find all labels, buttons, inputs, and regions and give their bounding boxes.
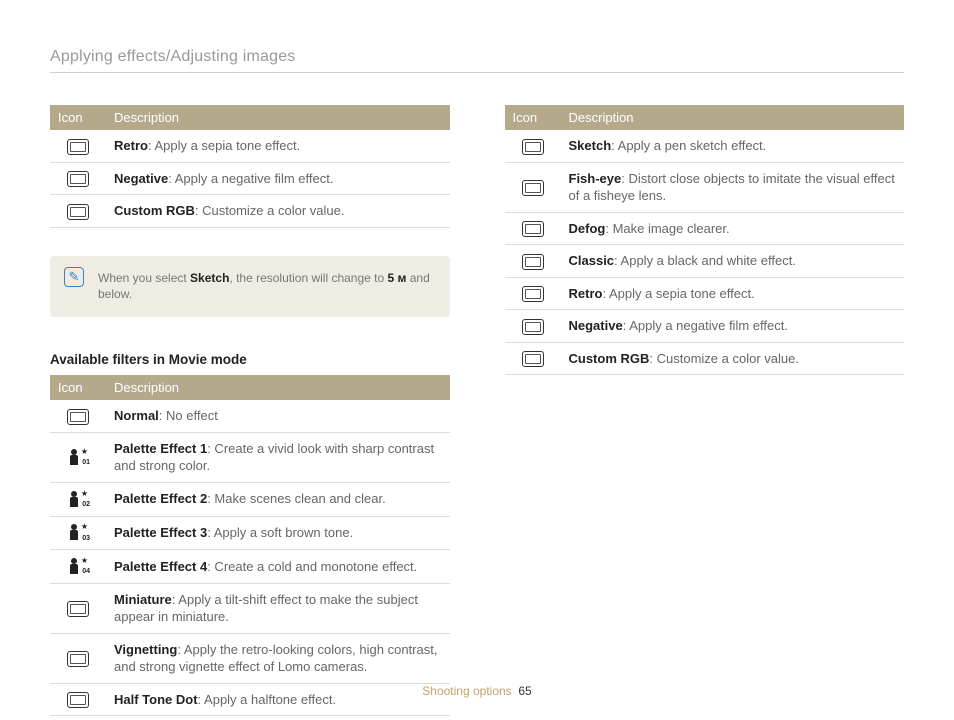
th-description: Description [106,105,450,130]
classic-icon [522,254,544,270]
custom-rgb-icon [67,204,89,220]
description-cell: Negative: Apply a negative film effect. [106,162,450,195]
icon-cell [50,130,106,162]
th-description: Description [106,375,450,400]
palette2-icon: ★02 [68,491,88,509]
filters-table-right: Icon Description Sketch: Apply a pen ske… [505,105,905,375]
table-row: Negative: Apply a negative film effect. [50,162,450,195]
fisheye-icon [522,180,544,196]
table-row: Fish-eye: Distort close objects to imita… [505,162,905,212]
description-cell: Palette Effect 4: Create a cold and mono… [106,550,450,584]
negative-icon [522,319,544,335]
note-box: ✎ When you select Sketch, the resolution… [50,256,450,318]
icon-cell [50,400,106,432]
note-text: When you select Sketch, the resolution w… [98,271,430,302]
left-column: Icon Description Retro: Apply a sepia to… [50,105,450,716]
vignetting-icon [67,651,89,667]
table-row: Sketch: Apply a pen sketch effect. [505,130,905,162]
icon-cell [50,583,106,633]
table-row: ★04 Palette Effect 4: Create a cold and m… [50,550,450,584]
th-icon: Icon [50,105,106,130]
description-cell: Defog: Make image clearer. [561,212,905,245]
table-row: ★01 Palette Effect 1: Create a vivid look… [50,432,450,482]
icon-cell [50,633,106,683]
icon-cell [505,130,561,162]
description-cell: Custom RGB: Customize a color value. [106,195,450,228]
description-cell: Retro: Apply a sepia tone effect. [561,277,905,310]
description-cell: Fish-eye: Distort close objects to imita… [561,162,905,212]
table-row: Classic: Apply a black and white effect. [505,245,905,278]
table-row: Negative: Apply a negative film effect. [505,310,905,343]
custom-rgb-icon [522,351,544,367]
th-icon: Icon [50,375,106,400]
table-row: Retro: Apply a sepia tone effect. [50,130,450,162]
table-row: ★02 Palette Effect 2: Make scenes clean a… [50,482,450,516]
description-cell: Custom RGB: Customize a color value. [561,342,905,375]
icon-cell: ★02 [50,482,106,516]
normal-icon [67,409,89,425]
icon-cell: ★03 [50,516,106,550]
description-cell: Negative: Apply a negative film effect. [561,310,905,343]
icon-cell: ★04 [50,550,106,584]
table-row: Normal: No effect [50,400,450,432]
icon-cell [50,162,106,195]
description-cell: Miniature: Apply a tilt-shift effect to … [106,583,450,633]
negative-icon [67,171,89,187]
table-row: ★03 Palette Effect 3: Apply a soft brown … [50,516,450,550]
table-row: Vignetting: Apply the retro-looking colo… [50,633,450,683]
description-cell: Retro: Apply a sepia tone effect. [106,130,450,162]
defog-icon [522,221,544,237]
icon-cell [505,212,561,245]
description-cell: Vignetting: Apply the retro-looking colo… [106,633,450,683]
retro-icon [522,286,544,302]
table-row: Custom RGB: Customize a color value. [505,342,905,375]
page-title: Applying effects/Adjusting images [50,48,904,73]
palette3-icon: ★03 [68,524,88,542]
palette1-icon: ★01 [68,449,88,467]
page-footer: Shooting options 65 [0,684,954,698]
table-row: Defog: Make image clearer. [505,212,905,245]
two-column-layout: Icon Description Retro: Apply a sepia to… [50,105,904,716]
sketch-icon [522,139,544,155]
right-column: Icon Description Sketch: Apply a pen ske… [505,105,905,716]
movie-mode-heading: Available filters in Movie mode [50,352,450,367]
icon-cell [505,245,561,278]
icon-cell [505,277,561,310]
description-cell: Classic: Apply a black and white effect. [561,245,905,278]
table-row: Custom RGB: Customize a color value. [50,195,450,228]
table-row: Miniature: Apply a tilt-shift effect to … [50,583,450,633]
th-icon: Icon [505,105,561,130]
description-cell: Palette Effect 3: Apply a soft brown ton… [106,516,450,550]
th-description: Description [561,105,905,130]
icon-cell [505,342,561,375]
icon-cell: ★01 [50,432,106,482]
retro-icon [67,139,89,155]
filters-table-1: Icon Description Retro: Apply a sepia to… [50,105,450,228]
description-cell: Palette Effect 2: Make scenes clean and … [106,482,450,516]
icon-cell [505,162,561,212]
palette4-icon: ★04 [68,558,88,576]
note-icon: ✎ [64,267,84,287]
description-cell: Sketch: Apply a pen sketch effect. [561,130,905,162]
icon-cell [505,310,561,343]
filters-table-movie: Icon Description Normal: No effect ★01 Pal… [50,375,450,716]
table-row: Retro: Apply a sepia tone effect. [505,277,905,310]
icon-cell [50,195,106,228]
description-cell: Normal: No effect [106,400,450,432]
description-cell: Palette Effect 1: Create a vivid look wi… [106,432,450,482]
miniature-icon [67,601,89,617]
